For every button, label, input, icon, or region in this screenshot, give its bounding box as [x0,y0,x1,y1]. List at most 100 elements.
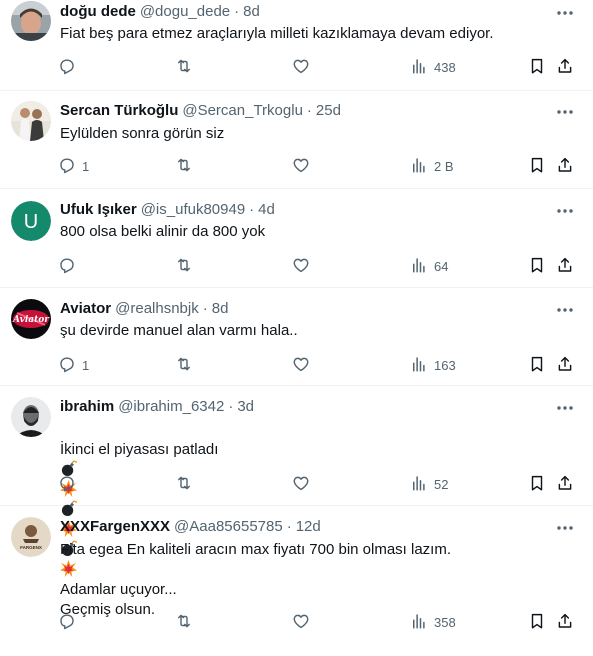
like-button[interactable] [292,612,310,632]
retweet-button[interactable] [175,474,193,494]
avatar[interactable] [11,397,51,437]
retweet-button[interactable] [175,612,193,632]
avatar-logo-text: Aviator [12,315,50,325]
like-button[interactable] [292,156,310,176]
reply-button[interactable] [58,612,82,632]
share-button[interactable] [556,156,574,176]
share-button[interactable] [556,355,574,375]
timestamp[interactable]: 8d [212,300,229,317]
author-name[interactable]: Sercan Türkoğlu [60,102,178,119]
retweet-button[interactable] [175,256,193,276]
author-handle[interactable]: @dogu_dede [140,3,230,20]
timestamp[interactable]: 12d [296,518,321,535]
avatar[interactable]: Aviator [11,299,51,339]
share-button[interactable] [556,57,574,77]
reply-button[interactable]: 1 [58,156,89,176]
more-options-icon[interactable] [555,3,575,23]
retweet-icon [175,57,193,78]
like-button[interactable] [292,355,310,375]
timestamp[interactable]: 3d [237,398,254,415]
share-button[interactable] [556,256,574,276]
like-button[interactable] [292,57,310,77]
share-button[interactable] [556,474,574,494]
retweet-icon [175,156,193,177]
bookmark-button[interactable] [528,57,546,77]
reply-button[interactable] [58,474,82,494]
heart-icon [292,355,310,376]
bookmark-button[interactable] [528,256,546,276]
avatar[interactable] [11,101,51,141]
author-handle[interactable]: @ibrahim_6342 [118,398,224,415]
avatar-letter: U [24,211,38,233]
action-bar: 52 [0,474,593,494]
more-options-icon[interactable] [555,300,575,320]
analytics-icon [410,57,428,78]
tweet-header: ibrahim @ibrahim_6342 · 3d [60,397,254,417]
reply-icon [58,355,76,376]
views-button[interactable]: 163 [410,355,456,375]
author-handle[interactable]: @realhsnbjk [115,300,199,317]
views-button[interactable]: 2 B [410,156,454,176]
tweet-text: Fiat beş para etmez araçlarıyla milleti … [60,25,494,42]
author-handle[interactable]: @Aaa85655785 [174,518,283,535]
reply-button[interactable] [58,57,82,77]
retweet-icon [175,256,193,277]
tweet[interactable]: Aviator Aviator @realhsnbjk · 8d şu devirde… [0,288,593,386]
more-options-icon[interactable] [555,201,575,221]
author-handle[interactable]: @is_ufuk80949 [141,201,245,218]
bookmark-button[interactable] [528,156,546,176]
action-bar: 1 163 [0,355,593,375]
tweet-text-part: İkinci el piyasası patladı [60,441,219,458]
timestamp[interactable]: 8d [243,3,260,20]
views-button[interactable]: 52 [410,474,448,494]
bookmark-button[interactable] [528,612,546,632]
tweet-text: Fita egea En kaliteli aracın max fiyatı … [60,541,452,598]
share-icon [556,256,574,277]
bookmark-button[interactable] [528,355,546,375]
avatar[interactable] [11,1,51,41]
more-options-icon[interactable] [555,102,575,122]
views-button[interactable]: 358 [410,612,456,632]
reply-count: 1 [82,158,90,174]
retweet-button[interactable] [175,355,193,375]
view-count: 163 [434,357,456,373]
analytics-icon [410,474,428,495]
avatar[interactable]: U [11,201,51,241]
view-count: 358 [434,614,456,630]
tweet[interactable]: U Ufuk Işıker @is_ufuk80949 · 4d 800 olsa b… [0,189,593,288]
author-name[interactable]: Ufuk Işıker [60,201,137,218]
tweet[interactable]: Sercan Türkoğlu @Sercan_Trkoglu · 25d Eylül… [0,91,593,189]
share-button[interactable] [556,612,574,632]
views-button[interactable]: 438 [410,57,456,77]
tweet-header: doğu dede @dogu_dede · 8d [60,2,260,22]
author-name[interactable]: doğu dede [60,3,136,20]
tweet[interactable]: FARGENX XXXFargenXXX @Aaa85655785 · 12d Fit… [0,506,593,656]
retweet-button[interactable] [175,156,193,176]
timestamp[interactable]: 4d [258,201,275,218]
heart-icon [292,256,310,277]
author-name[interactable]: ibrahim [60,398,114,415]
bookmark-button[interactable] [528,474,546,494]
heart-icon [292,474,310,495]
author-handle[interactable]: @Sercan_Trkoglu [182,102,303,119]
author-name[interactable]: Aviator [60,300,111,317]
separator-dot: · [306,102,312,119]
analytics-icon [410,156,428,177]
like-button[interactable] [292,256,310,276]
more-options-icon[interactable] [555,518,575,538]
tweet[interactable]: ibrahim @ibrahim_6342 · 3d İkinci el piyasa… [0,386,593,618]
views-button[interactable]: 64 [410,256,448,276]
reply-button[interactable] [58,256,82,276]
retweet-button[interactable] [175,57,193,77]
reply-button[interactable]: 1 [58,355,89,375]
more-options-icon[interactable] [555,398,575,418]
separator-dot: · [234,3,240,20]
author-name[interactable]: XXXFargenXXX [60,518,170,535]
view-count: 52 [434,476,449,492]
share-icon [556,474,574,495]
timestamp[interactable]: 25d [316,102,341,119]
tweet[interactable]: doğu dede @dogu_dede · 8d Fiat beş para etm… [0,0,593,91]
heart-icon [292,57,310,78]
avatar[interactable]: FARGENX [11,517,51,557]
like-button[interactable] [292,474,310,494]
